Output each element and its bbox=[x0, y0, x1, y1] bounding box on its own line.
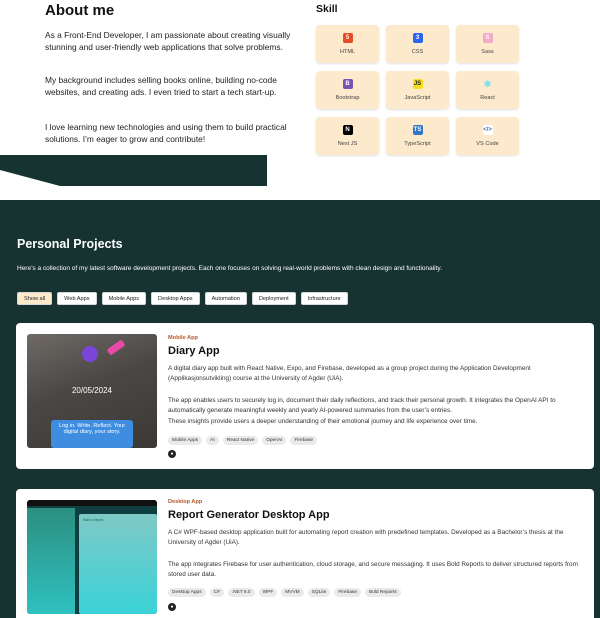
thumbnail-titlebar bbox=[27, 500, 157, 506]
diary-logo-icon bbox=[82, 346, 98, 362]
tech-tag: WPF bbox=[258, 588, 278, 597]
skill-css: 3 CSS bbox=[386, 25, 449, 63]
skill-label: CSS bbox=[411, 49, 424, 55]
about-title: About me bbox=[45, 2, 115, 19]
tech-tag: Mobile Apps bbox=[168, 436, 203, 445]
skills-grid: 5 HTML 3 CSS S Sass B Bootstrap JS JavaScript ⚛ Rea… bbox=[316, 25, 519, 155]
vscode-icon: </> bbox=[482, 125, 493, 135]
project-filters: Show all Web Apps Mobile Apps Desktop Apps A… bbox=[17, 292, 348, 305]
filter-deployment[interactable]: Deployment bbox=[251, 292, 296, 305]
project-title: Diary App bbox=[168, 345, 220, 357]
skill-label: JavaScript bbox=[404, 95, 431, 101]
bootstrap-icon: B bbox=[342, 79, 353, 89]
project-card-report-generator[interactable]: Start a report Desktop App Report Genera… bbox=[16, 489, 594, 618]
about-paragraph: My background includes selling books onl… bbox=[45, 75, 277, 97]
skill-label: TypeScript bbox=[404, 141, 431, 147]
skill-javascript: JS JavaScript bbox=[386, 71, 449, 109]
thumbnail-date: 20/05/2024 bbox=[71, 386, 113, 395]
tech-tag: SQLite bbox=[307, 588, 331, 597]
skill-typescript: TS TypeScript bbox=[386, 117, 449, 155]
projects-section: Personal Projects Here’s a collection of… bbox=[0, 200, 600, 618]
skill-react: ⚛ React bbox=[456, 71, 519, 109]
projects-title: Personal Projects bbox=[17, 237, 123, 251]
project-description: A digital diary app built with React Nat… bbox=[168, 365, 531, 382]
about-section: About me As a Front-End Developer, I am … bbox=[0, 0, 600, 200]
filter-web-apps[interactable]: Web Apps bbox=[57, 292, 97, 305]
about-paragraph: I love learning new technologies and usi… bbox=[45, 122, 287, 144]
project-category: Mobile App bbox=[168, 335, 198, 341]
diary-thumbnail[interactable]: 20/05/2024 Log in. Write. Reflect. Your … bbox=[27, 334, 157, 448]
tech-tag: Firebase bbox=[290, 436, 318, 445]
filter-automation[interactable]: Automation bbox=[204, 292, 247, 305]
portfolio-page: About me As a Front-End Developer, I am … bbox=[0, 0, 600, 618]
tech-tag: C# bbox=[209, 588, 224, 597]
thumbnail-content: Start a report bbox=[79, 514, 157, 614]
skill-sass: S Sass bbox=[456, 25, 519, 63]
github-icon[interactable]: ● bbox=[168, 450, 176, 458]
skill-bootstrap: B Bootstrap bbox=[316, 71, 379, 109]
skill-label: VS Code bbox=[476, 141, 499, 147]
project-tags: Desktop Apps C# .NET 8.0 WPF MVVM SQLite Fireb… bbox=[168, 588, 401, 597]
project-tags: Mobile Apps AI React Native OpenAI Firebase bbox=[168, 436, 318, 445]
filter-desktop-apps[interactable]: Desktop Apps bbox=[151, 292, 200, 305]
filter-show-all[interactable]: Show all bbox=[17, 292, 53, 305]
skill-label: Bootstrap bbox=[335, 95, 360, 101]
thumbnail-sidebar bbox=[27, 508, 75, 614]
project-description: These insights provide users a deeper un… bbox=[168, 418, 478, 425]
project-description: The app integrates Firebase for user aut… bbox=[168, 561, 578, 578]
skill-label: React bbox=[480, 95, 495, 101]
react-icon: ⚛ bbox=[483, 78, 492, 89]
project-description: The app enables users to securely log in… bbox=[168, 397, 556, 414]
tech-tag: Bold Reports bbox=[365, 588, 401, 597]
sass-icon: S bbox=[482, 33, 493, 43]
skills-title: Skill bbox=[316, 3, 338, 15]
skill-vs-code: </> VS Code bbox=[456, 117, 519, 155]
about-paragraph: As a Front-End Developer, I am passionat… bbox=[45, 30, 291, 52]
css3-icon: 3 bbox=[412, 33, 423, 43]
tech-tag: Firebase bbox=[334, 588, 361, 597]
thumbnail-login-button: Log in. Write. Reflect. Your digital dia… bbox=[51, 420, 133, 448]
filter-mobile-apps[interactable]: Mobile Apps bbox=[101, 292, 147, 305]
html5-icon: 5 bbox=[342, 33, 353, 43]
tech-tag: .NET 8.0 bbox=[227, 588, 255, 597]
skill-label: HTML bbox=[339, 49, 356, 55]
tech-tag: AI bbox=[206, 436, 219, 445]
github-icon[interactable]: ● bbox=[168, 603, 176, 611]
report-thumbnail[interactable]: Start a report bbox=[27, 500, 157, 614]
tech-tag: React Native bbox=[222, 436, 259, 445]
skill-label: Sass bbox=[481, 49, 494, 55]
skill-label: Next JS bbox=[337, 141, 358, 147]
skill-html: 5 HTML bbox=[316, 25, 379, 63]
skill-next-js: N Next JS bbox=[316, 117, 379, 155]
project-category: Desktop App bbox=[168, 499, 203, 505]
project-card-diary[interactable]: 20/05/2024 Log in. Write. Reflect. Your … bbox=[16, 323, 594, 469]
typescript-icon: TS bbox=[412, 125, 423, 135]
tech-tag: MVVM bbox=[281, 588, 304, 597]
projects-intro: Here’s a collection of my latest softwar… bbox=[17, 265, 443, 272]
tech-tag: Desktop Apps bbox=[168, 588, 206, 597]
nextjs-icon: N bbox=[342, 125, 353, 135]
project-description: A C# WPF-based desktop application built… bbox=[168, 529, 564, 546]
javascript-icon: JS bbox=[412, 79, 423, 89]
project-title: Report Generator Desktop App bbox=[168, 509, 330, 521]
tech-tag: OpenAI bbox=[262, 436, 287, 445]
thumbnail-text: Start a report bbox=[83, 518, 104, 522]
filter-infrastructure[interactable]: Infrastructure bbox=[300, 292, 348, 305]
